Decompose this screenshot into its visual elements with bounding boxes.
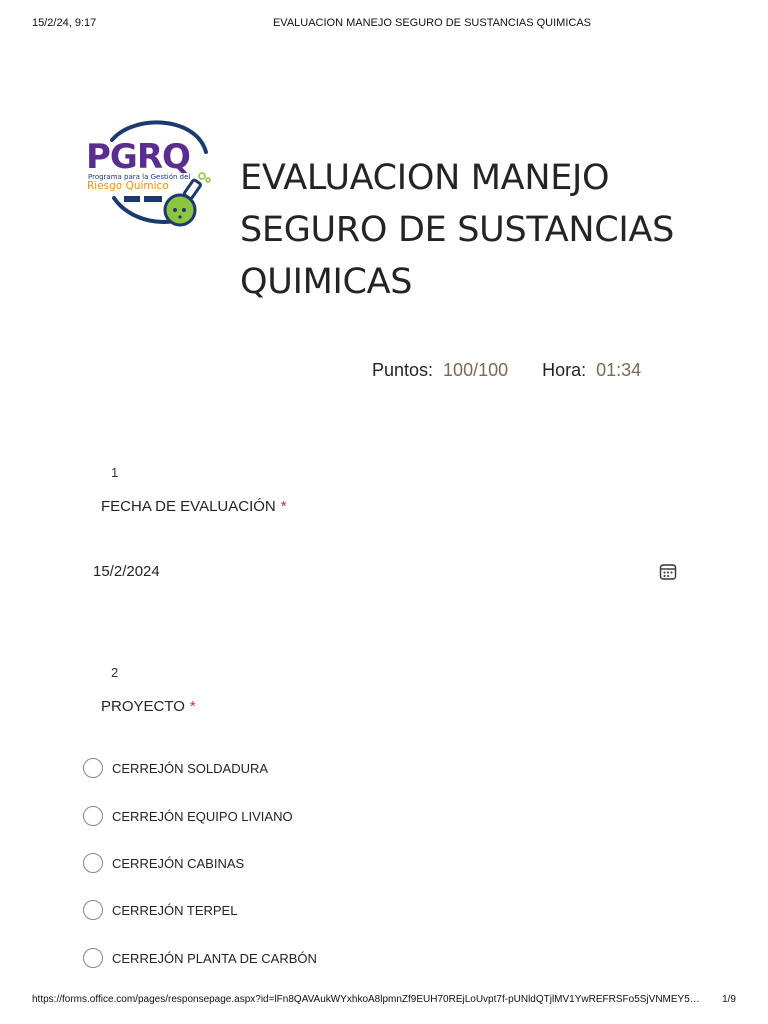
option-label: CERREJÓN CABINAS <box>112 855 245 871</box>
option-label: CERREJÓN EQUIPO LIVIANO <box>112 808 293 824</box>
question-2-title: PROYECTO * <box>101 698 196 715</box>
question-2-number: 2 <box>111 665 119 680</box>
sponsor-logo-2 <box>144 196 162 202</box>
form-title: EVALUACION MANEJO SEGURO DE SUSTANCIAS Q… <box>240 158 675 302</box>
print-header: 15/2/24, 9:17 EVALUACION MANEJO SEGURO D… <box>0 17 768 33</box>
radio-button[interactable] <box>83 758 103 778</box>
radio-button[interactable] <box>83 900 103 920</box>
question-1-number: 1 <box>111 465 119 480</box>
option-cerrejon-soldadura[interactable]: CERREJÓN SOLDADURA <box>83 757 383 779</box>
radio-button[interactable] <box>83 948 103 968</box>
score-value: 100/100 <box>443 360 509 380</box>
pgrq-logo-graphic: PGRQ Programa para la Gestión del Riesgo… <box>86 120 211 227</box>
calendar-button[interactable] <box>658 562 678 582</box>
required-marker: * <box>280 498 287 515</box>
sponsor-logo-1 <box>124 196 140 202</box>
score-summary: Puntos: 100/100 Hora: 01:34 <box>372 360 641 381</box>
logo-line2: Riesgo Químico <box>87 180 169 192</box>
date-answer[interactable]: 15/2/2024 <box>93 563 160 580</box>
option-cerrejon-terpel[interactable]: CERREJÓN TERPEL <box>83 899 383 921</box>
score-label: Puntos: <box>372 360 434 380</box>
option-cerrejon-planta-de-carbon[interactable]: CERREJÓN PLANTA DE CARBÓN <box>83 947 383 969</box>
option-label: CERREJÓN SOLDADURA <box>112 760 269 776</box>
required-marker: * <box>189 698 196 715</box>
option-label: CERREJÓN TERPEL <box>112 902 238 918</box>
calendar-icon <box>659 564 677 580</box>
print-document-title: EVALUACION MANEJO SEGURO DE SUSTANCIAS Q… <box>272 17 592 29</box>
question-1-title: FECHA DE EVALUACIÓN * <box>101 498 287 515</box>
question-1-label: FECHA DE EVALUACIÓN <box>101 498 276 515</box>
question-2-label: PROYECTO <box>101 698 185 715</box>
time-label: Hora: <box>542 360 587 380</box>
option-cerrejon-cabinas[interactable]: CERREJÓN CABINAS <box>83 852 383 874</box>
radio-button[interactable] <box>83 853 103 873</box>
logo-brand-text: PGRQ <box>86 137 190 177</box>
radio-button[interactable] <box>83 806 103 826</box>
option-label: CERREJÓN PLANTA DE CARBÓN <box>112 950 317 966</box>
time-value: 01:34 <box>596 360 642 380</box>
option-cerrejon-equipo-liviano[interactable]: CERREJÓN EQUIPO LIVIANO <box>83 805 383 827</box>
page-number: 1/9 <box>722 994 736 1005</box>
print-url: https://forms.office.com/pages/responsep… <box>32 994 700 1005</box>
pgrq-logo: PGRQ Programa para la Gestión del Riesgo… <box>84 118 216 230</box>
